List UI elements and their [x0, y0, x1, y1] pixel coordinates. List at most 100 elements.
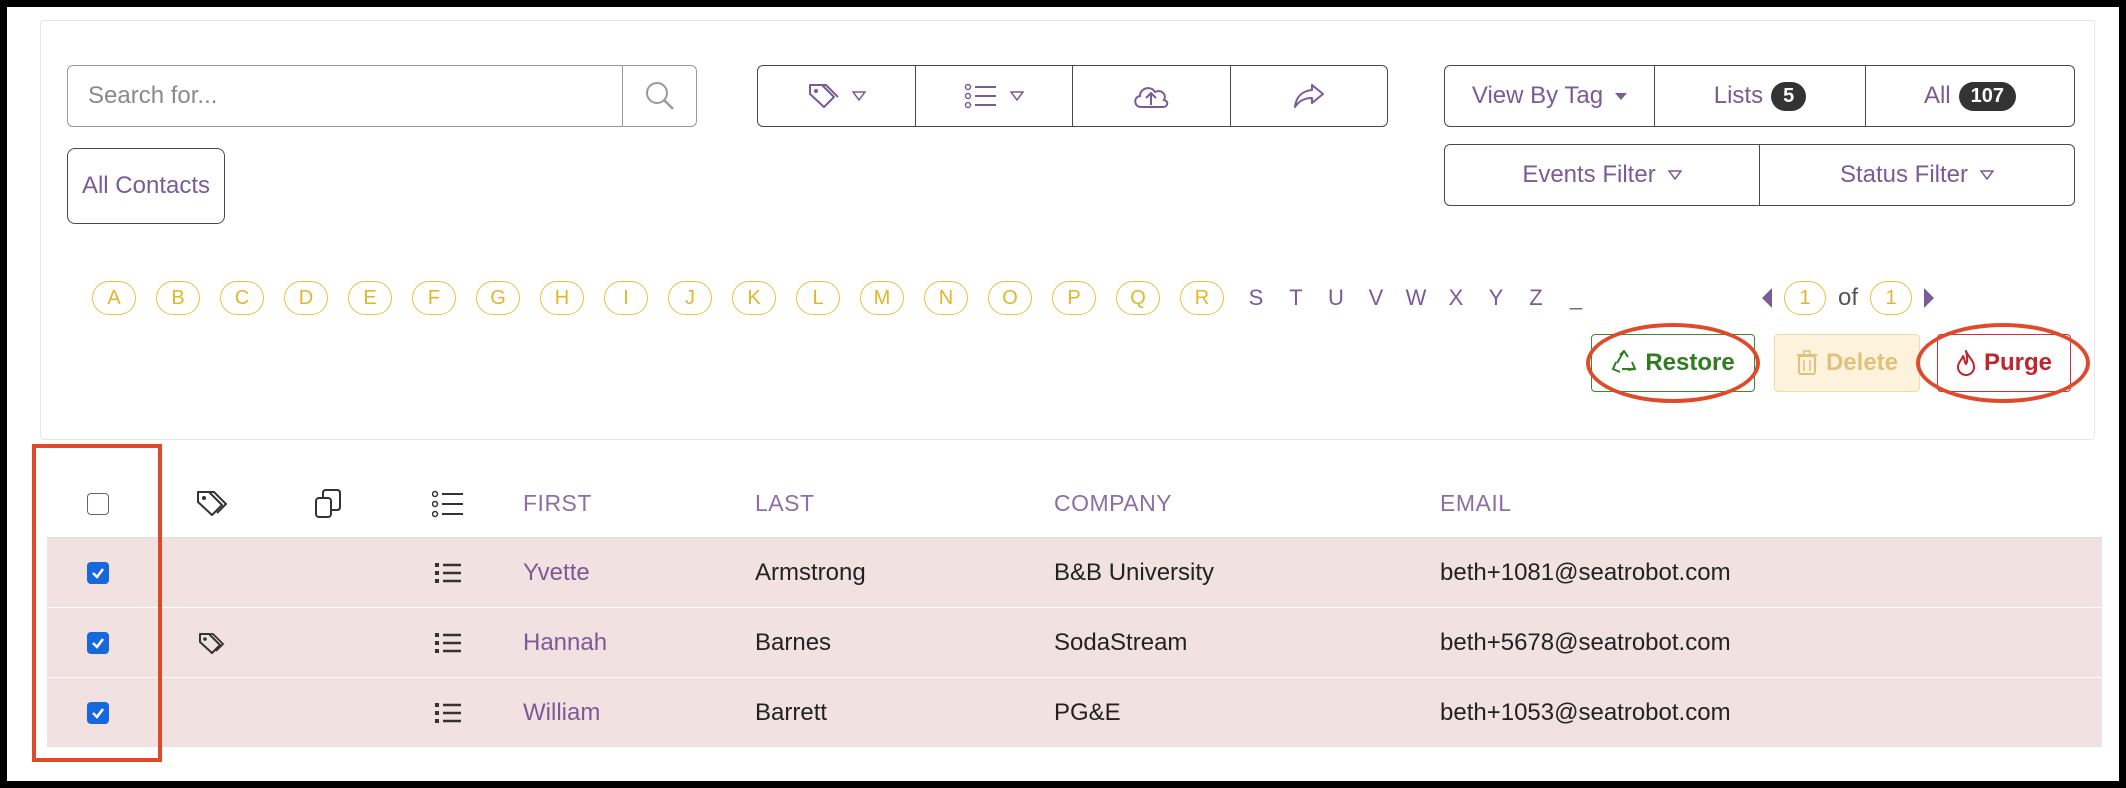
- letter-filter-k[interactable]: K: [732, 281, 776, 315]
- column-header-first[interactable]: FIRST: [523, 470, 592, 537]
- row-checkbox[interactable]: [87, 701, 109, 724]
- delete-label: Delete: [1825, 349, 1899, 376]
- table-header: FIRST LAST COMPANY EMAIL: [47, 470, 2102, 538]
- events-filter-dropdown[interactable]: Events Filter: [1445, 145, 1760, 205]
- letter-filter-r[interactable]: R: [1180, 281, 1224, 315]
- copy-icon: [315, 488, 341, 518]
- column-header-company[interactable]: COMPANY: [1054, 470, 1172, 537]
- column-header-email[interactable]: EMAIL: [1440, 470, 1512, 537]
- company-cell: PG&E: [1054, 698, 1121, 726]
- first-name-link[interactable]: Hannah: [523, 608, 607, 677]
- letter-filter-y[interactable]: Y: [1484, 285, 1508, 311]
- checkmark-icon: [92, 567, 104, 579]
- letter-filter-u[interactable]: U: [1324, 285, 1348, 311]
- letter-filter-m[interactable]: M: [860, 281, 904, 315]
- letter-filter-p[interactable]: P: [1052, 281, 1096, 315]
- first-name-link[interactable]: Yvette: [523, 538, 590, 607]
- letter-filter-t[interactable]: T: [1284, 285, 1308, 311]
- row-list-button[interactable]: [435, 538, 461, 607]
- letter-filter-b[interactable]: B: [156, 281, 200, 315]
- letter-filter-c[interactable]: C: [220, 281, 264, 315]
- upload-button[interactable]: [1073, 66, 1231, 126]
- purge-label: Purge: [1983, 349, 2052, 376]
- table-row: William Barrett PG&E beth+1053@seatrobot.co…: [47, 678, 2102, 748]
- cloud-upload-icon: [1134, 87, 1169, 108]
- email-cell: beth+5678@seatrobot.com: [1440, 628, 1731, 656]
- company-cell: SodaStream: [1054, 628, 1188, 656]
- letter-filter-j[interactable]: J: [668, 281, 712, 315]
- search-box: [67, 65, 697, 127]
- restore-label: Restore: [1645, 349, 1735, 376]
- row-list-button[interactable]: [435, 678, 461, 747]
- last-name-cell: Barnes: [755, 628, 832, 656]
- letter-filter-z[interactable]: Z: [1524, 285, 1548, 311]
- letter-filter-o[interactable]: O: [988, 281, 1032, 315]
- chevron-down-icon: [1667, 170, 1682, 180]
- view-by-tag-label: View By Tag: [1471, 82, 1604, 109]
- share-button[interactable]: [1231, 66, 1388, 126]
- current-page[interactable]: 1: [1784, 281, 1826, 315]
- search-input[interactable]: [68, 66, 623, 126]
- view-by-tag-dropdown[interactable]: View By Tag: [1445, 66, 1655, 126]
- search-icon: [645, 82, 674, 110]
- letter-filter-g[interactable]: G: [476, 281, 520, 315]
- letter-filter-w[interactable]: W: [1404, 285, 1428, 311]
- letter-filter-v[interactable]: V: [1364, 285, 1388, 311]
- pager: 1 of 1: [1762, 280, 1935, 316]
- email-cell: beth+1081@seatrobot.com: [1440, 558, 1731, 586]
- select-all-checkbox[interactable]: [87, 492, 109, 515]
- letter-filter-x[interactable]: X: [1444, 285, 1468, 311]
- letter-filter-q[interactable]: Q: [1116, 281, 1160, 315]
- list-icon: [435, 562, 461, 583]
- letter-filter-h[interactable]: H: [540, 281, 584, 315]
- contacts-table: FIRST LAST COMPANY EMAIL Yvette Armstrong…: [47, 470, 2102, 748]
- chevron-down-icon: [852, 91, 867, 101]
- prev-page-icon[interactable]: [1762, 288, 1772, 308]
- letter-filter-s[interactable]: S: [1244, 285, 1268, 311]
- column-header-last[interactable]: LAST: [755, 470, 815, 537]
- search-button[interactable]: [623, 66, 696, 126]
- letter-filter-l[interactable]: L: [796, 281, 840, 315]
- icon-toolbar: [757, 65, 1388, 127]
- status-filter-dropdown[interactable]: Status Filter: [1760, 145, 2074, 205]
- next-page-icon[interactable]: [1924, 288, 1935, 308]
- all-count-badge: 107: [1958, 81, 2017, 111]
- lists-button[interactable]: Lists 5: [1655, 66, 1866, 126]
- total-pages[interactable]: 1: [1870, 281, 1913, 315]
- purge-button[interactable]: Purge: [1937, 334, 2071, 392]
- list-menu-button[interactable]: [916, 66, 1073, 126]
- letter-filter-f[interactable]: F: [412, 281, 456, 315]
- share-icon: [1293, 84, 1324, 108]
- row-checkbox[interactable]: [87, 631, 109, 654]
- alphabet-filter: A B C D E F G H I J K L M N O P Q R S T U V W X Y Z _: [92, 280, 1604, 316]
- company-cell: B&B University: [1054, 558, 1215, 586]
- lists-count-badge: 5: [1771, 81, 1807, 111]
- tag-icon: [809, 84, 839, 108]
- checkmark-icon: [92, 707, 104, 719]
- row-list-button[interactable]: [435, 608, 461, 677]
- row-tag-cell: [197, 608, 225, 677]
- letter-filter-i[interactable]: I: [604, 281, 648, 315]
- table-row: Hannah Barnes SodaStream beth+5678@seatrobo…: [47, 608, 2102, 678]
- letter-filter-other[interactable]: _: [1564, 285, 1588, 311]
- letter-filter-e[interactable]: E: [348, 281, 392, 315]
- letter-filter-a[interactable]: A: [92, 281, 136, 315]
- first-name-link[interactable]: William: [523, 678, 600, 747]
- events-filter-label: Events Filter: [1522, 161, 1656, 188]
- list-column-icon: [432, 490, 463, 517]
- recycle-icon: [1611, 350, 1637, 373]
- last-name-cell: Armstrong: [755, 558, 866, 586]
- list-icon: [964, 83, 996, 109]
- letter-filter-n[interactable]: N: [924, 281, 968, 315]
- letter-filter-d[interactable]: D: [284, 281, 328, 315]
- status-filter-label: Status Filter: [1839, 161, 1969, 188]
- delete-button[interactable]: Delete: [1774, 334, 1920, 392]
- restore-button[interactable]: Restore: [1591, 334, 1755, 392]
- tag-icon: [199, 632, 225, 654]
- lists-label: Lists: [1713, 82, 1764, 109]
- all-button[interactable]: All 107: [1866, 66, 2074, 126]
- row-checkbox[interactable]: [87, 561, 109, 584]
- chevron-down-icon: [1980, 170, 1995, 180]
- tag-menu-button[interactable]: [758, 66, 916, 126]
- all-contacts-button[interactable]: All Contacts: [67, 148, 225, 224]
